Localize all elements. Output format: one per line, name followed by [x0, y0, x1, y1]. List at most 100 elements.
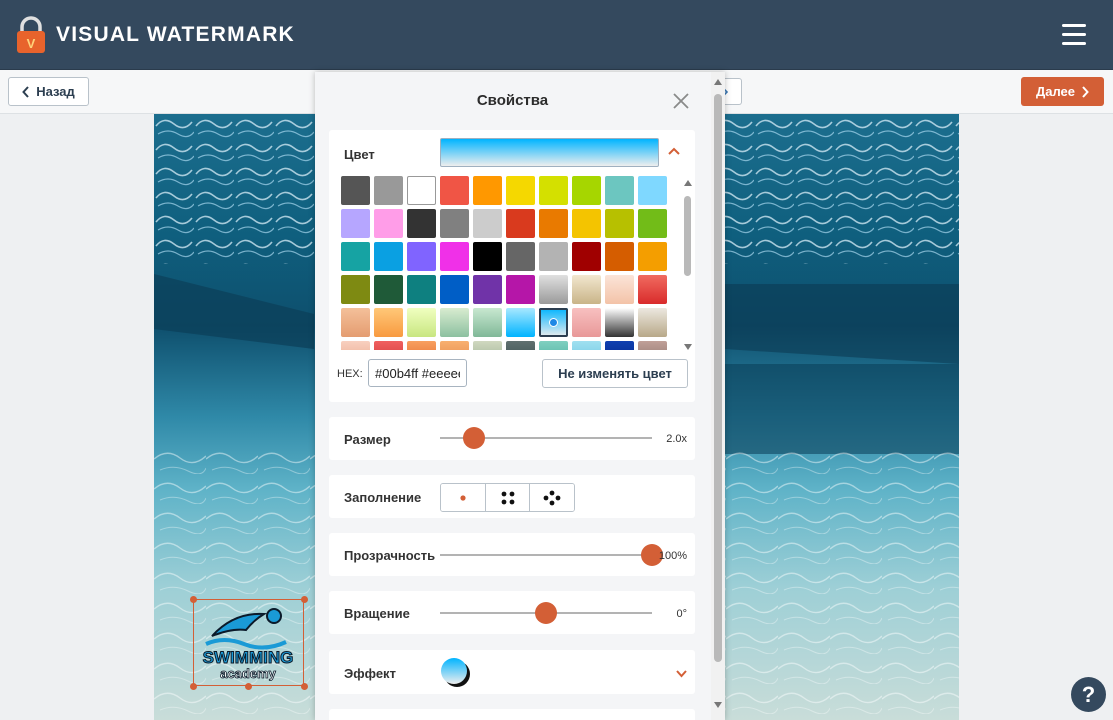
properties-panel: Свойства Цвет HEX: Не изменять цвет Разм… — [315, 72, 725, 720]
color-swatch[interactable] — [473, 209, 502, 238]
resize-handle[interactable] — [245, 683, 252, 690]
color-swatch[interactable] — [407, 209, 436, 238]
color-swatch[interactable] — [605, 242, 634, 271]
fill-single-option[interactable] — [441, 484, 486, 511]
color-swatch[interactable] — [506, 308, 535, 337]
color-swatch[interactable] — [638, 176, 667, 205]
color-swatch[interactable] — [605, 341, 634, 350]
color-swatch[interactable] — [407, 308, 436, 337]
single-dot-icon — [460, 494, 466, 501]
color-swatch[interactable] — [374, 308, 403, 337]
color-swatch[interactable] — [506, 275, 535, 304]
color-swatch[interactable] — [407, 176, 436, 205]
color-swatch[interactable] — [572, 209, 601, 238]
color-preview[interactable] — [440, 138, 659, 167]
opacity-slider-track[interactable] — [440, 554, 652, 556]
watermark-logo[interactable]: SWIMMING academy — [190, 596, 308, 690]
color-swatch[interactable] — [539, 341, 568, 350]
color-swatch[interactable] — [638, 308, 667, 337]
lock-logo-icon: V — [17, 16, 45, 53]
color-swatch[interactable] — [539, 308, 568, 337]
hex-label: HEX: — [337, 368, 363, 380]
color-swatch[interactable] — [605, 176, 634, 205]
color-swatch[interactable] — [473, 341, 502, 350]
color-swatch[interactable] — [506, 209, 535, 238]
color-swatch[interactable] — [407, 341, 436, 350]
hamburger-menu-icon[interactable] — [1062, 24, 1086, 46]
color-swatch[interactable] — [374, 341, 403, 350]
opacity-label: Прозрачность — [344, 548, 436, 563]
color-swatch[interactable] — [341, 176, 370, 205]
color-swatch[interactable] — [374, 209, 403, 238]
color-swatch[interactable] — [407, 242, 436, 271]
color-swatch[interactable] — [572, 176, 601, 205]
palette-scrollbar[interactable] — [683, 176, 693, 354]
back-button[interactable]: Назад — [8, 77, 89, 106]
color-swatch[interactable] — [407, 275, 436, 304]
color-swatch[interactable] — [539, 275, 568, 304]
back-button-label: Назад — [36, 84, 75, 99]
color-swatch[interactable] — [374, 275, 403, 304]
chevron-right-icon — [1082, 85, 1089, 98]
color-swatch[interactable] — [572, 242, 601, 271]
scrollbar-thumb[interactable] — [714, 94, 722, 662]
resize-handle[interactable] — [190, 596, 197, 603]
color-swatch[interactable] — [341, 308, 370, 337]
color-swatch[interactable] — [539, 176, 568, 205]
resize-handle[interactable] — [301, 683, 308, 690]
color-swatch[interactable] — [473, 176, 502, 205]
color-swatch[interactable] — [374, 242, 403, 271]
color-swatch[interactable] — [341, 209, 370, 238]
color-swatch[interactable] — [506, 242, 535, 271]
color-swatch[interactable] — [341, 275, 370, 304]
size-slider-knob[interactable] — [462, 427, 485, 449]
color-swatch[interactable] — [440, 275, 469, 304]
help-button[interactable]: ? — [1071, 677, 1106, 712]
panel-title: Свойства — [476, 92, 549, 109]
color-swatch[interactable] — [605, 209, 634, 238]
color-swatch[interactable] — [572, 341, 601, 350]
close-icon[interactable] — [671, 91, 691, 111]
color-swatch[interactable] — [440, 242, 469, 271]
rotation-slider-knob[interactable] — [535, 602, 557, 624]
color-swatch[interactable] — [638, 275, 667, 304]
watermark-line1: SWIMMING — [203, 648, 294, 667]
chevron-up-icon[interactable] — [667, 144, 681, 158]
color-swatch[interactable] — [341, 341, 370, 350]
color-swatch[interactable] — [572, 275, 601, 304]
effect-shadow-icon[interactable] — [440, 657, 472, 689]
next-button[interactable]: Далее — [1021, 77, 1104, 106]
chevron-down-icon[interactable] — [675, 667, 688, 680]
rotation-label: Вращение — [344, 606, 410, 621]
panel-scrollbar[interactable] — [711, 72, 725, 720]
color-swatch[interactable] — [638, 242, 667, 271]
color-swatch[interactable] — [440, 176, 469, 205]
color-swatch[interactable] — [539, 209, 568, 238]
color-swatch[interactable] — [374, 176, 403, 205]
grid-dots-icon — [501, 491, 514, 504]
color-swatch[interactable] — [440, 341, 469, 350]
fill-mode-group — [440, 483, 575, 512]
hex-input[interactable] — [368, 359, 467, 387]
color-swatch[interactable] — [506, 341, 535, 350]
color-swatch[interactable] — [440, 308, 469, 337]
color-swatch[interactable] — [572, 308, 601, 337]
fill-diagonal-option[interactable] — [530, 484, 574, 511]
scrollbar-thumb[interactable] — [684, 196, 691, 276]
color-swatch[interactable] — [605, 275, 634, 304]
keep-color-button[interactable]: Не изменять цвет — [542, 359, 688, 388]
color-swatch[interactable] — [473, 275, 502, 304]
color-swatch[interactable] — [440, 209, 469, 238]
color-swatch[interactable] — [506, 176, 535, 205]
resize-handle[interactable] — [190, 683, 197, 690]
color-swatch[interactable] — [605, 308, 634, 337]
color-swatch[interactable] — [341, 242, 370, 271]
color-swatch[interactable] — [638, 209, 667, 238]
fill-grid-option[interactable] — [485, 484, 531, 511]
color-swatch[interactable] — [539, 242, 568, 271]
color-swatch[interactable] — [473, 242, 502, 271]
size-label: Размер — [344, 432, 391, 447]
color-swatch[interactable] — [473, 308, 502, 337]
resize-handle[interactable] — [301, 596, 308, 603]
color-swatch[interactable] — [638, 341, 667, 350]
